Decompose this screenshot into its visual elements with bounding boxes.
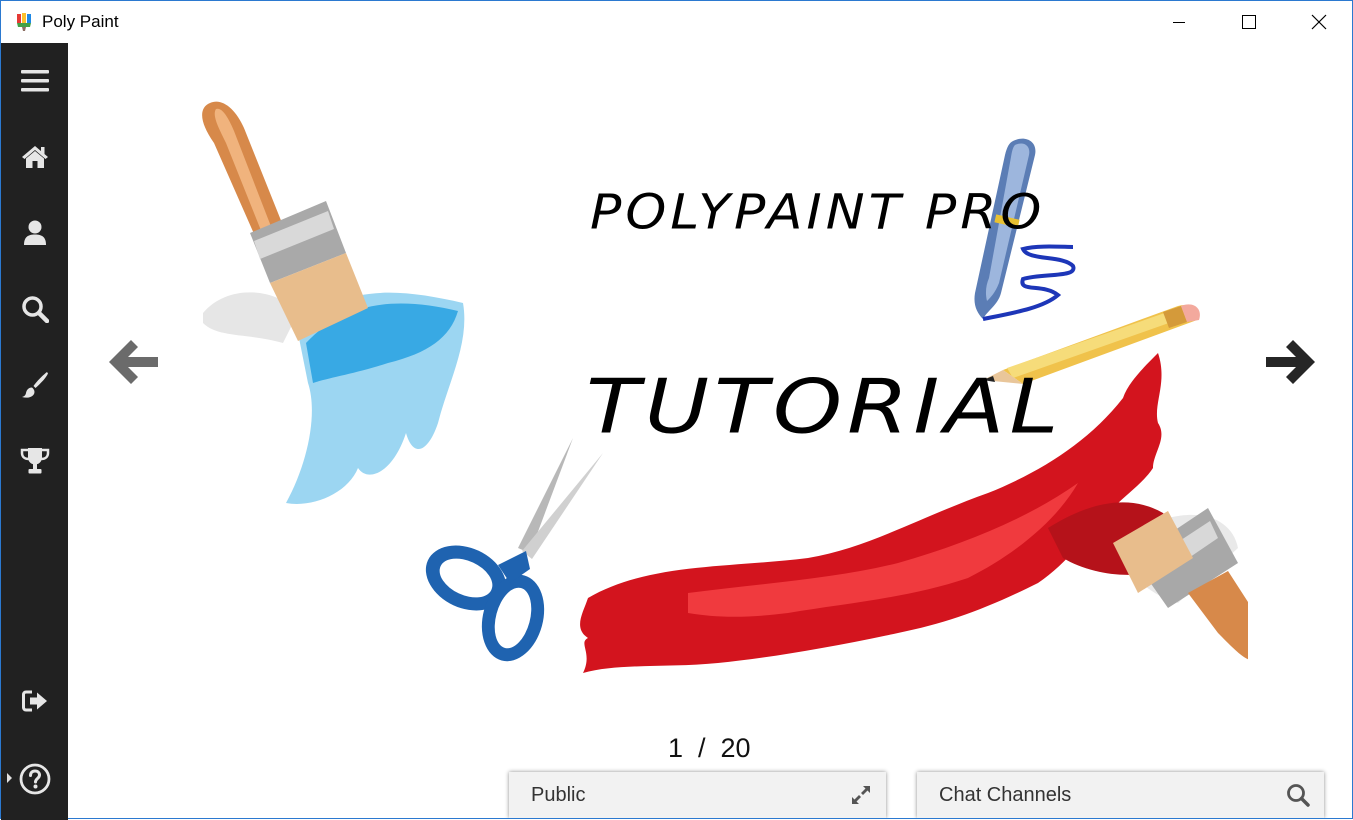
sidebar-item-search[interactable] — [1, 283, 68, 335]
hamburger-menu-icon — [20, 70, 49, 92]
sidebar-item-home[interactable] — [1, 131, 68, 183]
app-window: Poly Paint POLYPAINT PRO TUTORIAL 1 / 20… — [0, 0, 1353, 820]
sidebar-item-draw[interactable] — [1, 359, 68, 411]
arrow-right-icon — [1266, 340, 1315, 384]
minimize-button[interactable] — [1144, 1, 1214, 43]
minimize-icon — [1173, 22, 1185, 23]
sidebar-item-profile[interactable] — [1, 207, 68, 259]
page-counter: 1 / 20 — [668, 733, 751, 763]
user-icon — [23, 220, 46, 245]
search-icon[interactable] — [1286, 783, 1310, 807]
tutorial-view: POLYPAINT PRO TUTORIAL 1 / 20 Public Cha… — [68, 43, 1352, 818]
chat-channels-label: Chat Channels — [939, 783, 1072, 806]
window-title: Poly Paint — [42, 12, 119, 31]
tutorial-slide: POLYPAINT PRO TUTORIAL — [188, 83, 1248, 683]
sidebar-item-menu[interactable] — [1, 55, 68, 107]
slide-subheading: TUTORIAL — [586, 362, 1064, 451]
help-icon — [19, 763, 50, 795]
next-slide-button[interactable] — [1262, 334, 1318, 390]
close-button[interactable] — [1284, 1, 1353, 43]
maximize-button[interactable] — [1214, 1, 1284, 43]
logout-icon — [21, 690, 47, 712]
slide-heading: POLYPAINT PRO — [590, 185, 1046, 241]
sidebar — [1, 43, 68, 820]
sidebar-expand-caret[interactable] — [7, 773, 12, 783]
sidebar-item-logout[interactable] — [1, 675, 68, 727]
close-icon — [1311, 14, 1327, 30]
trophy-icon — [20, 448, 49, 474]
title-bar: Poly Paint — [1, 1, 1352, 43]
public-chat-panel[interactable]: Public — [509, 772, 886, 818]
home-icon — [21, 146, 48, 168]
paintbrush-icon — [21, 372, 48, 398]
app-logo-icon — [17, 13, 31, 31]
sidebar-item-achievements[interactable] — [1, 435, 68, 487]
arrow-left-icon — [109, 340, 158, 384]
expand-icon[interactable] — [850, 784, 872, 806]
maximize-icon — [1242, 15, 1256, 29]
chat-channels-panel[interactable]: Chat Channels — [917, 772, 1324, 818]
previous-slide-button[interactable] — [106, 334, 162, 390]
search-icon — [21, 296, 49, 323]
public-chat-label: Public — [531, 783, 586, 806]
